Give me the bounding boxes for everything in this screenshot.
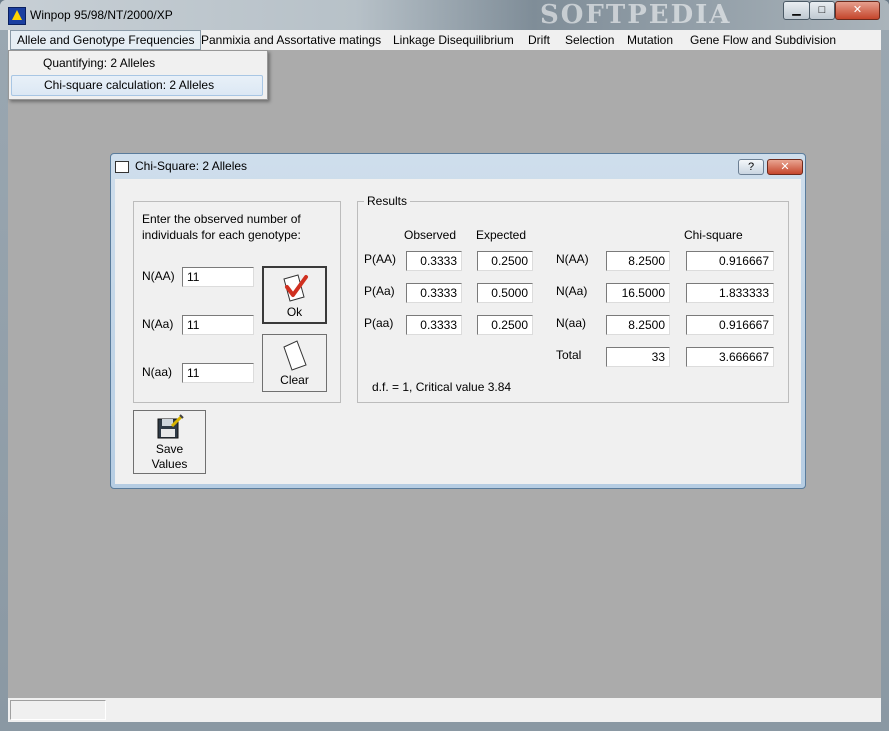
menu-mutation[interactable]: Mutation — [621, 30, 679, 50]
window-title: Winpop 95/98/NT/2000/XP — [30, 8, 173, 22]
input-naa-mixed[interactable]: 11 — [182, 315, 254, 335]
save-label-line2: Values — [151, 457, 188, 471]
checkmark-icon — [283, 274, 308, 302]
input-naa-upper[interactable]: 11 — [182, 267, 254, 287]
header-observed: Observed — [404, 228, 457, 242]
save-label-line1: Save — [155, 442, 184, 456]
count-label-naa-lower: N(aa) — [556, 316, 587, 330]
menu-linkage[interactable]: Linkage Disequilibrium — [387, 30, 520, 50]
minimize-icon: ▁ — [792, 4, 801, 16]
menu-bar: Allele and Genotype Frequencies Panmixia… — [8, 30, 881, 50]
observed-paa-upper[interactable]: 0.3333 — [406, 251, 462, 271]
total-chi-square[interactable]: 3.666667 — [686, 347, 774, 367]
menu-gene-flow[interactable]: Gene Flow and Subdivision — [684, 30, 842, 50]
input-label-naa-upper: N(AA) — [142, 269, 175, 283]
freq-label-paa-upper: P(AA) — [364, 252, 397, 266]
blank-page-icon — [283, 340, 307, 371]
header-expected: Expected — [476, 228, 527, 242]
expected-count-naa-mixed[interactable]: 16.5000 — [606, 283, 670, 303]
chi-square-naa-upper[interactable]: 0.916667 — [686, 251, 774, 271]
floppy-disk-icon — [157, 414, 184, 439]
clear-label: Clear — [280, 373, 309, 387]
dialog-title: Chi-Square: 2 Alleles — [135, 159, 248, 173]
count-label-naa-mixed: N(Aa) — [556, 284, 588, 298]
expected-count-naa-lower[interactable]: 8.2500 — [606, 315, 670, 335]
menu-selection[interactable]: Selection — [559, 30, 620, 50]
results-legend: Results — [364, 194, 411, 208]
maximize-button[interactable]: □ — [809, 1, 835, 20]
maximize-icon: □ — [818, 4, 826, 16]
count-label-naa-upper: N(AA) — [556, 252, 589, 266]
watermark: SOFTPEDIA — [540, 0, 732, 30]
input-prompt: Enter the observed number of individuals… — [142, 212, 301, 242]
observed-paa-lower[interactable]: 0.3333 — [406, 315, 462, 335]
expected-count-naa-upper[interactable]: 8.2500 — [606, 251, 670, 271]
dialog-close-button[interactable]: ✕ — [767, 159, 803, 175]
ok-button[interactable]: Ok — [262, 266, 327, 324]
header-chi-square: Chi-square — [684, 228, 743, 242]
menu-panmixia[interactable]: Panmixia and Assortative matings — [195, 30, 387, 50]
close-icon: ✕ — [852, 4, 863, 16]
observed-paa-mixed[interactable]: 0.3333 — [406, 283, 462, 303]
freq-label-paa-lower: P(aa) — [364, 316, 394, 330]
dropdown-menu: Quantifying: 2 Alleles Chi-square calcul… — [8, 50, 268, 100]
ok-label: Ok — [286, 305, 303, 319]
status-pane — [10, 700, 106, 720]
title-bar[interactable]: Winpop 95/98/NT/2000/XP SOFTPEDIA ▁ □ ✕ — [0, 0, 889, 30]
expected-paa-mixed[interactable]: 0.5000 — [477, 283, 533, 303]
results-group: Results Observed Expected Chi-square P(A… — [357, 194, 789, 403]
close-button[interactable]: ✕ — [835, 1, 880, 20]
input-naa-lower[interactable]: 11 — [182, 363, 254, 383]
df-critical-value: d.f. = 1, Critical value 3.84 — [372, 380, 512, 394]
chi-square-dialog: Chi-Square: 2 Alleles ? ✕ Enter the obse… — [110, 153, 806, 489]
total-count[interactable]: 33 — [606, 347, 670, 367]
dialog-body: Enter the observed number of individuals… — [115, 179, 801, 484]
app-icon[interactable] — [8, 7, 26, 25]
save-values-button[interactable]: Save Values — [133, 410, 206, 474]
expected-paa-lower[interactable]: 0.2500 — [477, 315, 533, 335]
help-button[interactable]: ? — [738, 159, 764, 175]
app-window: Winpop 95/98/NT/2000/XP SOFTPEDIA ▁ □ ✕ … — [0, 0, 889, 731]
expected-paa-upper[interactable]: 0.2500 — [477, 251, 533, 271]
menu-allele-genotype[interactable]: Allele and Genotype Frequencies — [10, 30, 202, 50]
input-label-naa-lower: N(aa) — [142, 365, 173, 379]
menu-drift[interactable]: Drift — [522, 30, 556, 50]
status-bar — [8, 698, 881, 722]
dialog-icon — [115, 161, 129, 173]
chi-square-naa-mixed[interactable]: 1.833333 — [686, 283, 774, 303]
clear-button[interactable]: Clear — [262, 334, 327, 392]
input-group: Enter the observed number of individuals… — [133, 201, 341, 403]
freq-label-paa-mixed: P(Aa) — [364, 284, 395, 298]
chi-square-naa-lower[interactable]: 0.916667 — [686, 315, 774, 335]
total-label: Total — [556, 348, 582, 362]
dropdown-item-chi-square[interactable]: Chi-square calculation: 2 Alleles — [11, 75, 263, 96]
input-label-naa-mixed: N(Aa) — [142, 317, 174, 331]
dropdown-item-quantifying[interactable]: Quantifying: 2 Alleles — [11, 53, 263, 74]
minimize-button[interactable]: ▁ — [783, 1, 810, 20]
